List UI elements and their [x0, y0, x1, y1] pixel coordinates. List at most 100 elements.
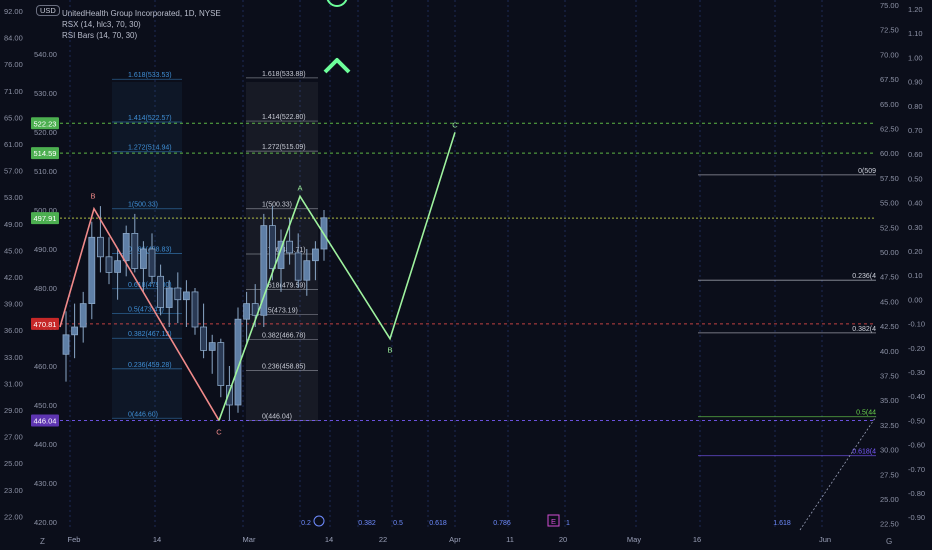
right-axis-2-tick: 1.00 [908, 53, 923, 62]
right-axis-2-tick: 0.30 [908, 223, 923, 232]
candle-body [294, 252, 302, 281]
indicator-rsi-bars[interactable]: RSI Bars (14, 70, 30) [62, 30, 221, 41]
inner-axis-tick: 460.00 [34, 362, 57, 371]
right-axis-2-tick: 0.20 [908, 247, 923, 256]
fib-mid-label: 1(500.33) [262, 202, 292, 209]
right-axis-tick: 65.00 [880, 100, 899, 109]
left-axis-tick: 65.00 [4, 113, 23, 122]
right-axis-2-tick: 0.00 [908, 295, 923, 304]
candle-body [165, 287, 173, 308]
right-axis-2-tick: -0.30 [908, 368, 925, 377]
candle-body [71, 326, 78, 336]
left-axis-tick: 39.00 [4, 300, 23, 309]
fib-right-label: 0.618(4 [852, 449, 876, 456]
fib-time-label: 1.618 [773, 520, 791, 527]
right-axis-tick: 30.00 [880, 446, 899, 455]
fib-left-label: 1.618(533.53) [128, 72, 172, 79]
fib-right-label: 0.5(44 [856, 410, 876, 417]
right-axis-2-tick: -0.70 [908, 465, 925, 474]
right-axis-tick: 70.00 [880, 50, 899, 59]
x-axis-label: 11 [506, 535, 514, 544]
fib-left-label: 0.382(467.12) [128, 331, 172, 338]
right-axis-tick: 32.50 [880, 421, 899, 430]
candle-body [148, 248, 156, 277]
chart-legend: UnitedHealth Group Incorporated, 1D, NYS… [62, 8, 221, 41]
x-axis-label: Jun [819, 535, 831, 544]
candle-body [88, 236, 96, 305]
inner-axis-tick: 420.00 [34, 518, 57, 527]
fib-mid-label: 1.618(533.88) [262, 71, 306, 78]
fib-mid-label: 1.414(522.80) [262, 114, 306, 121]
candle-body [311, 248, 319, 262]
fib-time-label: 0.786 [493, 520, 511, 527]
right-axis-2-tick: -0.10 [908, 320, 925, 329]
right-axis-2-tick: 0.90 [908, 78, 923, 87]
right-axis-2-tick: -0.50 [908, 416, 925, 425]
fib-left-label: 1.414(522.57) [128, 115, 172, 122]
fib-right-label: 0(509 [858, 168, 876, 175]
candle-body [139, 248, 147, 269]
fib-time-label: 0.382 [358, 520, 376, 527]
inner-axis-tick: 510.00 [34, 167, 57, 176]
right-axis-tick: 25.00 [880, 495, 899, 504]
x-axis-label: 20 [559, 535, 567, 544]
chart-stage[interactable]: 1.618(533.53) 1.414(522.57) 1.272(514.94) 1… [0, 0, 932, 550]
left-axis-tick: 57.00 [4, 167, 23, 176]
candle-body [122, 232, 130, 262]
harmonic-left-label: B [90, 192, 95, 201]
left-axis-tick: 45.00 [4, 246, 23, 255]
left-axis-tick: 22.00 [4, 512, 23, 521]
right-axis-2-tick: 0.80 [908, 102, 923, 111]
price-badge-label: 470.81 [34, 320, 57, 329]
fib-mid-label: 0.236(458.85) [262, 363, 306, 370]
fib-left-label: 0.236(459.28) [128, 362, 172, 369]
right-axis-2-tick: 1.10 [908, 29, 923, 38]
harmonic-left-label: C [216, 427, 222, 436]
candle-body [303, 260, 311, 281]
candle-body [243, 303, 251, 320]
settings-icon[interactable]: G [886, 537, 892, 546]
left-axis-tick: 76.00 [4, 60, 23, 69]
x-axis-label: May [627, 535, 641, 544]
x-axis-label: 14 [153, 535, 161, 544]
left-axis-tick: 27.00 [4, 433, 23, 442]
fib-time-label: 0.2 [301, 520, 311, 527]
right-axis-tick: 42.50 [880, 322, 899, 331]
fib-left-label: 1.272(514.94) [128, 145, 172, 152]
candle-body [268, 225, 276, 269]
right-axis-2-tick: 0.60 [908, 150, 923, 159]
candle-body [79, 303, 87, 328]
candle-body [191, 291, 199, 328]
candle-body [208, 342, 216, 351]
left-axis-tick: 49.00 [4, 220, 23, 229]
zoom-icon[interactable]: Z [40, 537, 45, 546]
event-marker-label: E [551, 517, 556, 526]
left-axis-tick: 71.00 [4, 87, 23, 96]
candle-body [217, 342, 225, 386]
inner-axis-tick: 440.00 [34, 440, 57, 449]
right-axis-2-tick: -0.60 [908, 441, 925, 450]
left-axis-tick: 84.00 [4, 34, 23, 43]
right-axis-tick: 37.50 [880, 372, 899, 381]
fib-right-label: 0.382(4 [852, 326, 876, 333]
right-axis-2-tick: 0.50 [908, 174, 923, 183]
right-axis-tick: 40.00 [880, 347, 899, 356]
currency-badge[interactable]: USD [36, 5, 60, 16]
right-axis-2-tick: 0.70 [908, 126, 923, 135]
inner-axis-tick: 480.00 [34, 284, 57, 293]
x-axis-label: 22 [379, 535, 387, 544]
harmonic-right-label: B [387, 346, 392, 355]
x-axis-label: 14 [325, 535, 333, 544]
fib-mid-label: 0.382(466.78) [262, 333, 306, 340]
right-axis-2-tick: -0.80 [908, 489, 925, 498]
price-chart[interactable]: 1.618(533.53) 1.414(522.57) 1.272(514.94) 1… [0, 0, 932, 550]
price-badge-label: 446.04 [34, 416, 57, 425]
candle-body [97, 236, 104, 258]
candle-body [157, 275, 165, 308]
indicator-rsx[interactable]: RSX (14, hlc3, 70, 30) [62, 19, 221, 30]
right-axis-tick: 67.50 [880, 75, 899, 84]
inner-axis-tick: 530.00 [34, 89, 57, 98]
right-axis-tick: 45.00 [880, 297, 899, 306]
fib-time-label: 0.5 [393, 520, 403, 527]
right-axis-tick: 62.50 [880, 125, 899, 134]
